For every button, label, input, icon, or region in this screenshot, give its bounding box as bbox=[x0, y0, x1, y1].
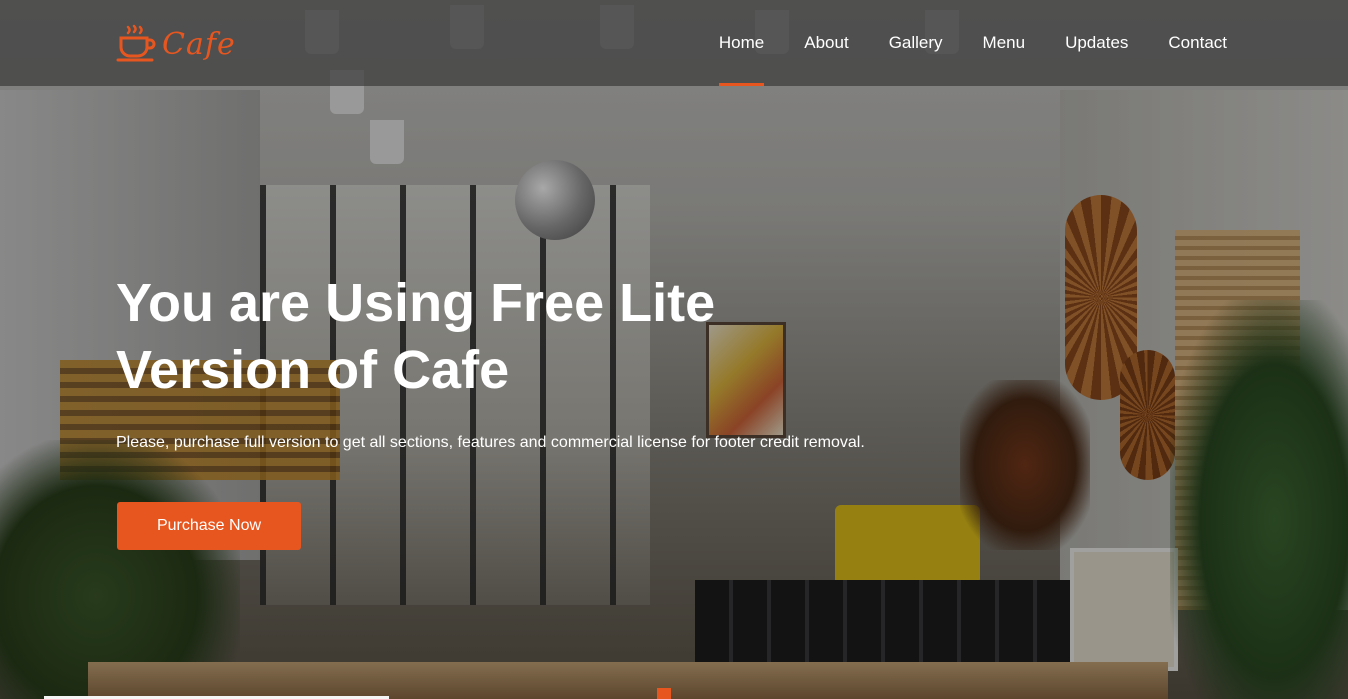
nav-link-home[interactable]: Home bbox=[719, 33, 764, 53]
nav-item-menu[interactable]: Menu bbox=[983, 0, 1026, 86]
brand-name: Cafe bbox=[162, 26, 236, 62]
main-nav: Home About Gallery Menu Updates Contact bbox=[718, 0, 1227, 86]
brand-logo[interactable]: Cafe bbox=[116, 22, 236, 66]
nav-item-contact[interactable]: Contact bbox=[1168, 0, 1227, 86]
hero-subtext: Please, purchase full version to get all… bbox=[116, 434, 865, 451]
nav-link-gallery[interactable]: Gallery bbox=[889, 33, 943, 53]
site-header: Cafe Home About Gallery Menu Updates Con… bbox=[0, 0, 1348, 86]
nav-item-gallery[interactable]: Gallery bbox=[889, 0, 943, 86]
hero-headline-line-1: You are Using Free Lite bbox=[116, 273, 716, 333]
nav-item-updates[interactable]: Updates bbox=[1065, 0, 1128, 86]
coffee-cup-icon bbox=[116, 24, 156, 62]
purchase-now-button[interactable]: Purchase Now bbox=[117, 502, 301, 550]
hero-headline-line-2: Version of Cafe bbox=[116, 340, 510, 400]
nav-item-about[interactable]: About bbox=[804, 0, 848, 86]
slider-indicator[interactable] bbox=[657, 688, 671, 699]
nav-item-home[interactable]: Home bbox=[718, 0, 765, 86]
nav-link-updates[interactable]: Updates bbox=[1065, 33, 1128, 53]
hero-headline: You are Using Free Lite Version of Cafe bbox=[116, 270, 816, 404]
nav-link-about[interactable]: About bbox=[804, 33, 848, 53]
nav-link-contact[interactable]: Contact bbox=[1168, 33, 1227, 53]
nav-link-menu[interactable]: Menu bbox=[983, 33, 1026, 53]
